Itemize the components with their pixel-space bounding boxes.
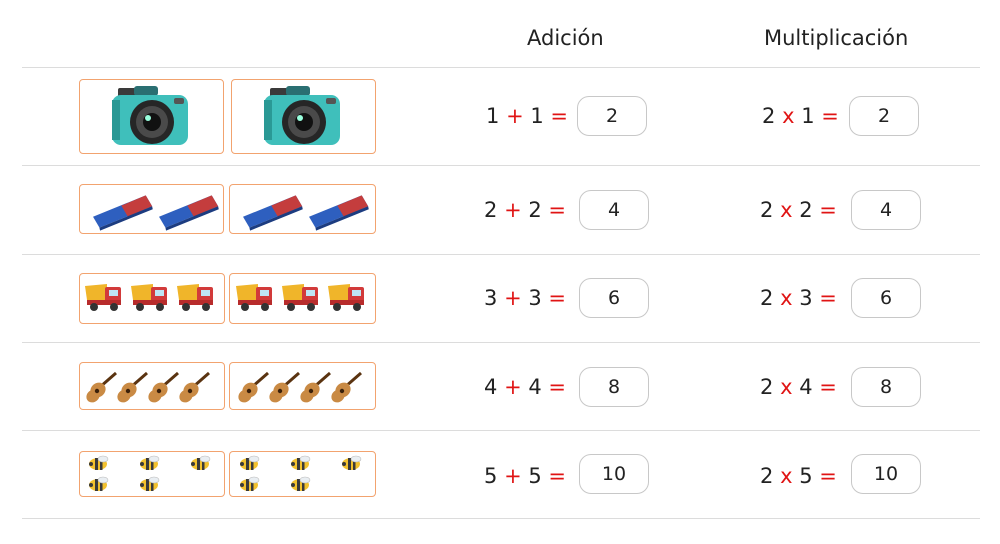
camera-icon bbox=[264, 86, 340, 145]
addition-equation: 4 + 4 = bbox=[484, 375, 567, 399]
multiplication-answer-field[interactable]: 10 bbox=[851, 454, 921, 494]
bee-icon bbox=[240, 476, 260, 491]
bee-icon bbox=[89, 455, 109, 470]
eraser-icon bbox=[243, 195, 303, 231]
addition-equation: 5 + 5 = bbox=[484, 464, 567, 488]
picture-group-left bbox=[79, 451, 225, 497]
addition-equation: 1 + 1 = bbox=[486, 104, 569, 128]
multiplication-answer-field[interactable]: 6 bbox=[851, 278, 921, 318]
addition-header: Adición bbox=[527, 26, 604, 50]
dump-truck-icon bbox=[85, 284, 121, 311]
guitar-icon bbox=[86, 371, 117, 403]
picture-group-left bbox=[79, 79, 224, 154]
guitar-icon bbox=[117, 371, 148, 403]
bee-icon bbox=[240, 455, 260, 470]
picture-group-left bbox=[79, 362, 225, 410]
camera-icon bbox=[112, 86, 188, 145]
picture-group-left bbox=[79, 184, 224, 234]
dump-truck-icon bbox=[131, 284, 167, 311]
addition-answer-field[interactable]: 6 bbox=[579, 278, 649, 318]
multiplication-equation: 2 x 5 = bbox=[760, 464, 837, 488]
multiplication-answer-field[interactable]: 2 bbox=[849, 96, 919, 136]
dump-truck-icon bbox=[328, 284, 364, 311]
bee-icon bbox=[89, 476, 109, 491]
multiplication-header: Multiplicación bbox=[764, 26, 909, 50]
picture-group-right bbox=[229, 273, 376, 324]
bee-icon bbox=[140, 476, 160, 491]
picture-group-right bbox=[229, 362, 376, 410]
dump-truck-icon bbox=[177, 284, 213, 311]
picture-group-right bbox=[229, 451, 376, 497]
guitar-icon bbox=[238, 371, 269, 403]
worksheet: Adición Multiplicación 1 + 1 = 2 2 x 1 =… bbox=[0, 0, 1000, 544]
addition-equation: 3 + 3 = bbox=[484, 286, 567, 310]
eraser-icon bbox=[309, 195, 369, 231]
divider bbox=[22, 165, 980, 166]
bee-icon bbox=[291, 455, 311, 470]
picture-group-right bbox=[229, 184, 376, 234]
multiplication-equation: 2 x 4 = bbox=[760, 375, 837, 399]
addition-equation: 2 + 2 = bbox=[484, 198, 567, 222]
eraser-icon bbox=[93, 195, 153, 231]
guitar-icon bbox=[179, 371, 210, 403]
multiplication-equation: 2 x 2 = bbox=[760, 198, 837, 222]
dump-truck-icon bbox=[282, 284, 318, 311]
bee-icon bbox=[291, 476, 311, 491]
guitar-icon bbox=[300, 371, 331, 403]
bee-icon bbox=[191, 455, 211, 470]
bee-icon bbox=[140, 455, 160, 470]
dump-truck-icon bbox=[236, 284, 272, 311]
divider bbox=[22, 518, 980, 519]
divider bbox=[22, 254, 980, 255]
bee-icon bbox=[342, 455, 362, 470]
eraser-icon bbox=[159, 195, 219, 231]
multiplication-answer-field[interactable]: 4 bbox=[851, 190, 921, 230]
addition-answer-field[interactable]: 10 bbox=[579, 454, 649, 494]
divider bbox=[22, 67, 980, 68]
divider bbox=[22, 342, 980, 343]
picture-group-left bbox=[79, 273, 225, 324]
multiplication-equation: 2 x 1 = bbox=[762, 104, 839, 128]
divider bbox=[22, 430, 980, 431]
addition-answer-field[interactable]: 2 bbox=[577, 96, 647, 136]
picture-group-right bbox=[231, 79, 376, 154]
addition-answer-field[interactable]: 8 bbox=[579, 367, 649, 407]
multiplication-answer-field[interactable]: 8 bbox=[851, 367, 921, 407]
guitar-icon bbox=[269, 371, 300, 403]
addition-answer-field[interactable]: 4 bbox=[579, 190, 649, 230]
guitar-icon bbox=[148, 371, 179, 403]
guitar-icon bbox=[331, 371, 362, 403]
multiplication-equation: 2 x 3 = bbox=[760, 286, 837, 310]
